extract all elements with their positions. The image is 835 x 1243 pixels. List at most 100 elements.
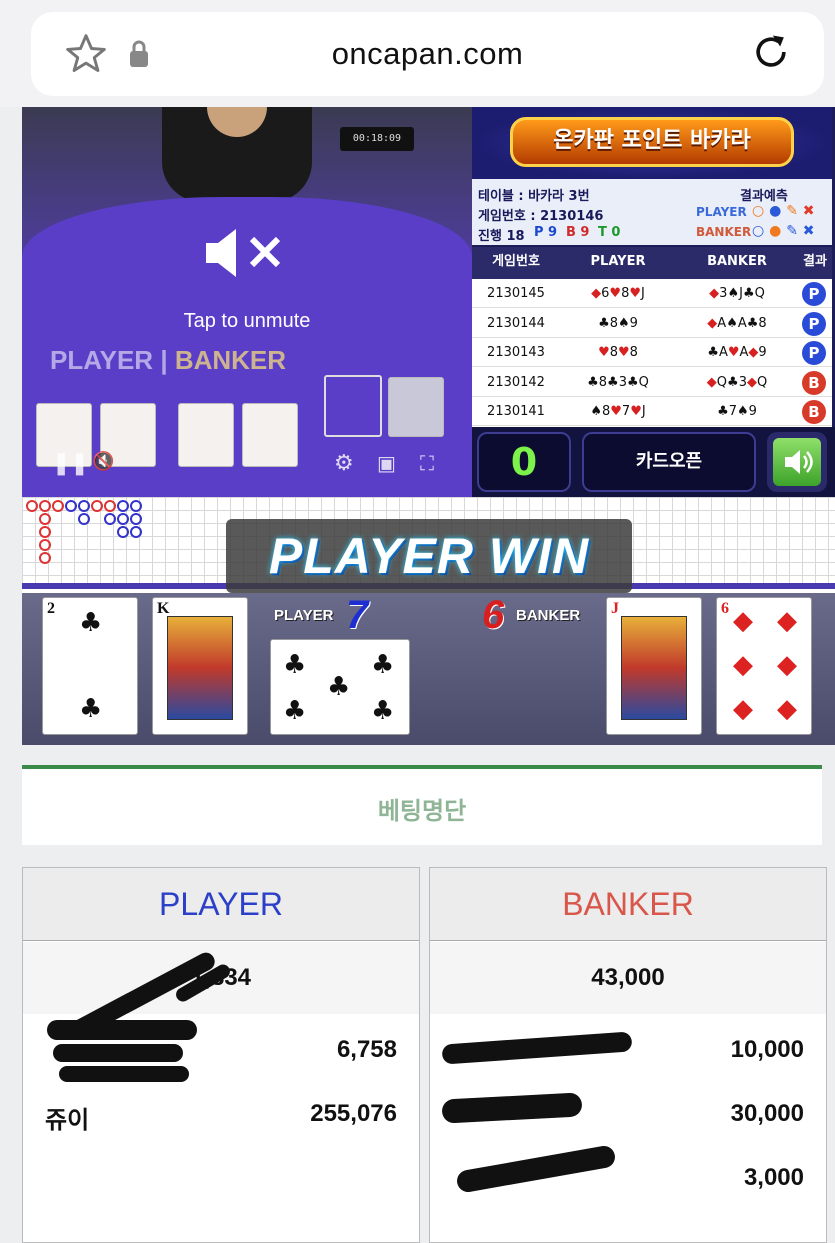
player-win-badge: P xyxy=(802,311,826,336)
predict-banker-options[interactable]: ○ ● ✎ ✖ xyxy=(752,223,815,239)
table-card xyxy=(242,403,298,467)
history-banker-cards: ♣A♥A◆9 xyxy=(707,345,767,360)
history-player-cards: ◆6♥8♥J xyxy=(591,286,645,301)
pip-icon[interactable]: ▣ xyxy=(377,451,396,479)
history-player-cards: ♥8♥8 xyxy=(598,345,638,360)
redaction-mark xyxy=(47,1020,197,1040)
table-card xyxy=(178,403,234,467)
history-table: 게임번호 PLAYER BANKER 결과 2130145 ◆6♥8♥J ◆3♠J♣… xyxy=(472,247,832,427)
card-rank: 2 xyxy=(47,600,55,617)
close-icon[interactable]: ✖ xyxy=(803,223,815,239)
player-win-badge: P xyxy=(802,341,826,365)
game-number: 게임번호 : 2130146 xyxy=(478,209,604,224)
sound-button[interactable] xyxy=(767,432,827,492)
history-game-no: 2130141 xyxy=(487,404,545,419)
countdown: 0 xyxy=(477,432,571,492)
close-icon[interactable]: ✖ xyxy=(803,203,815,219)
banker-bets-total: 43,000 xyxy=(430,942,826,1014)
history-player-cards: ♣8♠9 xyxy=(598,315,638,331)
table-banker-text: BANKER xyxy=(174,345,287,375)
history-row: 2130143 ♥8♥8 ♣A♥A◆9 P xyxy=(472,338,832,367)
club-icon: ♣ xyxy=(283,696,307,726)
king-face xyxy=(167,616,233,720)
pencil-icon[interactable]: ✎ xyxy=(786,203,798,219)
address-bar[interactable]: oncapan.com xyxy=(31,12,824,96)
diamond-icon: ◆ xyxy=(777,650,797,680)
settings-icon[interactable]: ⚙ xyxy=(334,451,354,479)
header-banker: BANKER xyxy=(707,254,767,269)
header-result: 결과 xyxy=(803,254,827,269)
progress-label: 진행 18 xyxy=(478,229,525,244)
history-banker-cards: ♣7♠9 xyxy=(717,404,757,419)
history-banker-cards: ◆A♠A♣8 xyxy=(707,315,767,331)
history-row: 2130145 ◆6♥8♥J ◆3♠J♣Q P xyxy=(472,279,832,308)
bead-road-marks xyxy=(26,500,142,564)
banker-win-badge: B xyxy=(802,400,826,424)
predict-banker: BANKER xyxy=(696,225,752,239)
redaction-mark xyxy=(53,1044,183,1062)
card-open-button[interactable]: 카드오픈 xyxy=(582,432,756,492)
history-banker-cards: ◆3♠J♣Q xyxy=(709,286,765,301)
card-rank: 6 xyxy=(721,600,729,617)
predict-player-options[interactable]: ○ ● ✎ ✖ xyxy=(752,203,815,219)
diamond-icon: ◆ xyxy=(733,650,753,680)
banner-title: 온카판 포인트 바카라 xyxy=(510,117,794,167)
history-row: 2130144 ♣8♠9 ◆A♠A♣8 P xyxy=(472,309,832,338)
bet-amount: 3,000 xyxy=(743,1164,804,1191)
banker-bets-column: BANKER 43,000 10,000 30,000 3,000 xyxy=(429,867,827,1243)
tie-count: T 0 xyxy=(598,225,621,240)
player-card-1: 2 ♣ ♣ xyxy=(42,597,138,735)
history-row: 2130142 ♣8♣3♣Q ◆Q♣3◆Q B xyxy=(472,368,832,397)
history-banker-cards: ◆Q♣3◆Q xyxy=(706,374,768,390)
win-banner: PLAYER WIN xyxy=(226,519,632,593)
bet-amount: 30,000 xyxy=(730,1100,804,1127)
speaker-icon xyxy=(785,450,813,474)
predict-label: 결과예측 xyxy=(740,189,788,204)
ring-icon[interactable]: ○ xyxy=(752,203,764,219)
browser-toolbar: oncapan.com xyxy=(0,0,835,107)
url-text[interactable]: oncapan.com xyxy=(31,36,824,72)
card-result-area: PLAYER 7 6 BANKER 2 ♣ ♣ K ♣ ♣ ♣ ♣ ♣ J 6 … xyxy=(22,593,835,745)
table-player-text: PLAYER xyxy=(50,345,154,375)
jack-face xyxy=(621,616,687,720)
history-header: 게임번호 PLAYER BANKER 결과 xyxy=(472,247,832,279)
live-video[interactable]: 00:18:09 PLAYER | BANKER Tap to unmute ❚… xyxy=(22,107,472,497)
banker-card-2: 6 ◆ ◆ ◆ ◆ ◆ ◆ xyxy=(716,597,812,735)
banker-win-badge: B xyxy=(802,370,826,395)
game-banner: 온카판 포인트 바카라 xyxy=(472,107,832,179)
player-score-label: PLAYER xyxy=(274,607,334,624)
club-icon: ♣ xyxy=(79,694,103,724)
player-win-badge: P xyxy=(802,282,826,306)
club-icon: ♣ xyxy=(283,650,307,680)
card-slot xyxy=(324,375,382,437)
predict-player: PLAYER xyxy=(696,205,747,219)
player-bets-column: PLAYER 1,834 6,758 쥬이 255,076 xyxy=(22,867,420,1243)
diamond-icon: ◆ xyxy=(733,606,753,636)
banker-score-label: BANKER xyxy=(516,607,581,624)
club-icon: ♣ xyxy=(79,608,103,638)
header-player: PLAYER xyxy=(590,254,646,269)
ring-icon[interactable]: ○ xyxy=(752,223,764,239)
card-shoe xyxy=(388,377,444,437)
bet-row: 쥬이 255,076 xyxy=(23,1082,419,1146)
pause-icon[interactable]: ❚❚ xyxy=(52,451,89,479)
history-row: 2130141 ♠8♥7♥J ♣7♠9 B xyxy=(472,397,832,426)
page-content: 00:18:09 PLAYER | BANKER Tap to unmute ❚… xyxy=(0,107,835,1243)
tap-to-unmute[interactable]: Tap to unmute xyxy=(22,310,472,333)
betting-list-header: 베팅명단 xyxy=(22,765,822,845)
diamond-icon: ◆ xyxy=(733,694,753,724)
dot-icon[interactable]: ● xyxy=(769,203,781,219)
bet-amount: 10,000 xyxy=(730,1036,804,1063)
dot-icon[interactable]: ● xyxy=(769,223,781,239)
pencil-icon[interactable]: ✎ xyxy=(786,223,798,239)
control-bar: 0 카드오픈 xyxy=(472,427,835,497)
fullscreen-icon[interactable]: ⛶ xyxy=(420,451,434,479)
game-info: 테이블 : 바카라 3번 게임번호 : 2130146 진행 18 P 9 B … xyxy=(472,179,832,245)
reload-icon[interactable] xyxy=(749,30,793,74)
club-icon: ♣ xyxy=(371,650,395,680)
bettor-name: 쥬이 xyxy=(45,1107,90,1134)
card-rank: J xyxy=(611,600,619,617)
muted-speaker-icon[interactable] xyxy=(204,225,284,281)
player-count: P 9 xyxy=(534,225,558,240)
volume-icon[interactable]: 🔇 xyxy=(92,451,114,479)
